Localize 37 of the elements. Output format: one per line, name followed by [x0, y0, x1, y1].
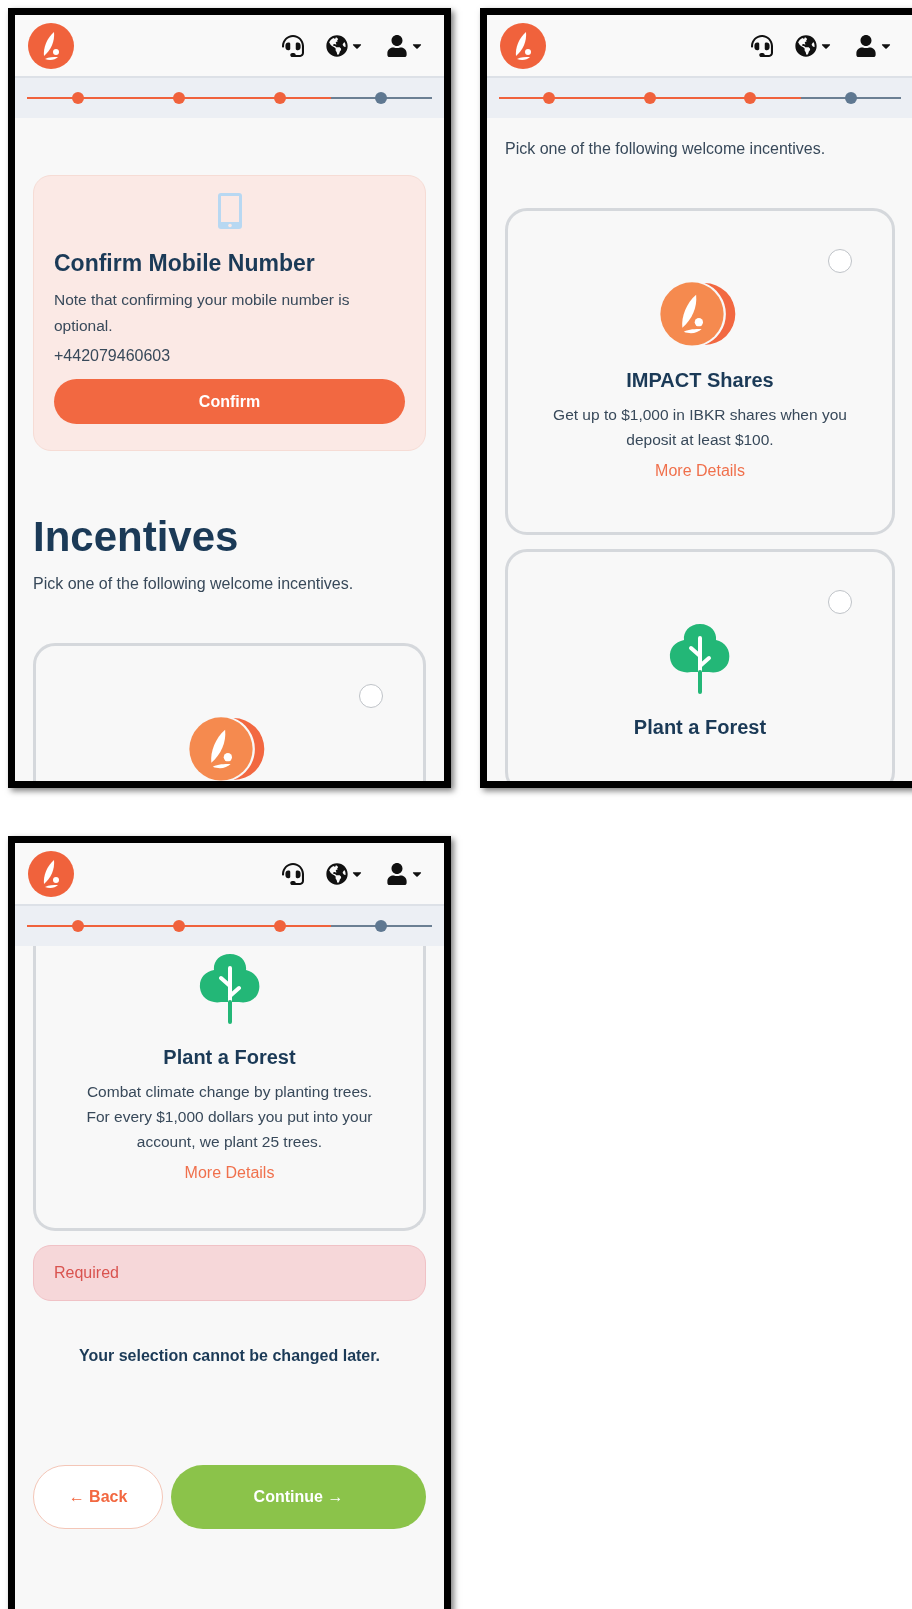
mobile-phone-icon	[216, 192, 243, 230]
incentive-card[interactable]: Plant a Forest Combat climate change by planting trees. For every $1,000 dollars you put into your account, we plant 25 trees. More Details	[33, 946, 426, 1231]
globe-icon[interactable]	[326, 862, 364, 885]
logo-icon	[499, 21, 547, 70]
headset-icon[interactable]	[282, 862, 304, 885]
more-details-link[interactable]: More Details	[655, 462, 745, 480]
incentive-card[interactable]: IMPACT Shares Get up to $1,000 in IBKR shares when you deposit at least $100. More Details	[505, 208, 895, 535]
headset-icon[interactable]	[751, 34, 773, 57]
radio-button[interactable]	[359, 684, 383, 708]
incentive-card[interactable]: Plant a Forest	[505, 549, 895, 781]
user-icon[interactable]	[855, 34, 893, 57]
more-details-link[interactable]: More Details	[184, 1164, 275, 1182]
section-subtitle: Pick one of the following welcome incentives.	[33, 575, 355, 593]
confirm-button[interactable]: Confirm	[54, 379, 405, 424]
logo-icon	[27, 849, 75, 898]
back-button[interactable]: ← Back	[33, 1465, 163, 1529]
selection-note: Your selection cannot be changed later.	[77, 1347, 382, 1365]
globe-icon[interactable]	[326, 34, 364, 57]
headset-icon[interactable]	[282, 34, 304, 57]
user-icon[interactable]	[386, 862, 424, 885]
globe-icon[interactable]	[795, 34, 833, 57]
phone-number: +442079460603	[54, 347, 172, 365]
card-title: Confirm Mobile Number	[54, 250, 316, 277]
section-subtitle: Pick one of the following welcome incentives.	[505, 140, 827, 158]
required-alert: Required	[33, 1245, 426, 1301]
incentive-description: Get up to $1,000 in IBKR shares when you deposit at least $100.	[552, 405, 848, 450]
logo-icon	[27, 21, 75, 70]
user-icon[interactable]	[386, 34, 424, 57]
continue-button[interactable]: Continue →	[171, 1465, 426, 1529]
incentive-title: IMPACT Shares	[626, 369, 774, 392]
card-note: Note that confirming your mobile number is optional.	[54, 290, 351, 336]
incentive-description: Combat climate change by planting trees. For every $1,000 dollars you put into your account, we plant 25 trees.	[85, 1082, 374, 1152]
incentive-title: Plant a Forest	[633, 716, 767, 739]
radio-button[interactable]	[828, 249, 852, 273]
section-heading: Incentives	[33, 513, 240, 561]
incentive-title: Plant a Forest	[163, 1046, 296, 1069]
radio-button[interactable]	[828, 590, 852, 614]
